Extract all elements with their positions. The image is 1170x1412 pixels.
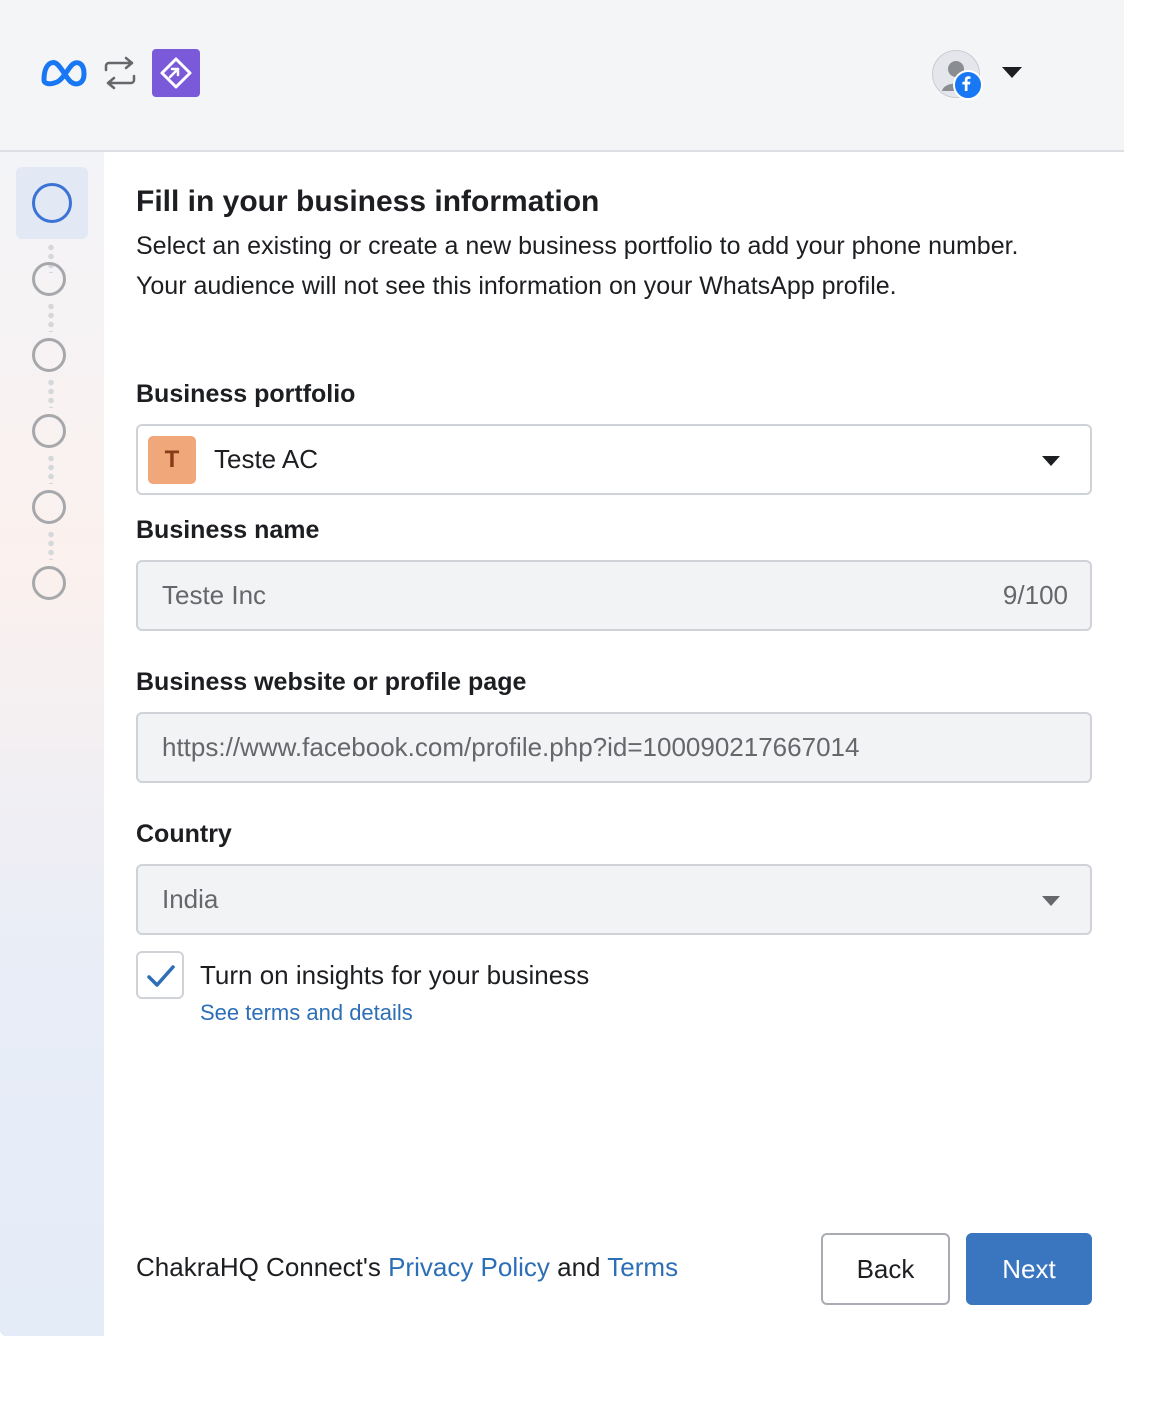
website-value: https://www.facebook.com/profile.php?id=… bbox=[162, 732, 860, 762]
business-name-field[interactable]: Teste Inc 9/100 bbox=[136, 560, 1092, 631]
step-connector bbox=[48, 530, 54, 560]
privacy-policy-link[interactable]: Privacy Policy bbox=[388, 1252, 550, 1282]
step-6-icon bbox=[32, 566, 66, 600]
page-subtitle: Select an existing or create a new busin… bbox=[136, 232, 1019, 300]
step-1-icon bbox=[32, 183, 72, 223]
next-button[interactable]: Next bbox=[966, 1233, 1092, 1305]
portfolio-avatar: T bbox=[148, 436, 196, 484]
footer-legal: ChakraHQ Connect's Privacy Policy and Te… bbox=[136, 1252, 678, 1283]
business-name-value: Teste Inc bbox=[162, 580, 267, 610]
insights-checkbox[interactable] bbox=[136, 951, 184, 999]
step-3-icon bbox=[32, 338, 66, 372]
insights-label: Turn on insights for your business bbox=[200, 960, 590, 990]
page-title: Fill in your business information bbox=[136, 185, 600, 218]
chevron-down-icon bbox=[1042, 896, 1060, 906]
website-label: Business website or profile page bbox=[136, 668, 527, 696]
back-button[interactable]: Back bbox=[821, 1233, 950, 1305]
meta-infinity-icon bbox=[41, 60, 87, 87]
terms-link[interactable]: Terms bbox=[607, 1252, 678, 1282]
facebook-badge-icon bbox=[953, 70, 983, 100]
portfolio-label: Business portfolio bbox=[136, 380, 356, 408]
step-2-icon bbox=[32, 262, 66, 296]
website-field[interactable]: https://www.facebook.com/profile.php?id=… bbox=[136, 712, 1092, 783]
footer-and: and bbox=[557, 1252, 601, 1282]
country-label: Country bbox=[136, 820, 232, 848]
terms-details-link[interactable]: See terms and details bbox=[200, 1000, 413, 1026]
business-name-label: Business name bbox=[136, 516, 320, 544]
country-select[interactable]: India bbox=[136, 864, 1092, 935]
progress-stepper bbox=[0, 152, 104, 1336]
business-portfolio-select[interactable]: T Teste AC bbox=[136, 424, 1092, 495]
profile-avatar-icon[interactable] bbox=[932, 50, 983, 100]
country-value: India bbox=[162, 884, 219, 914]
top-bar bbox=[0, 0, 1124, 152]
chakra-app-icon bbox=[152, 49, 200, 97]
footer-prefix: ChakraHQ Connect's bbox=[136, 1252, 381, 1282]
chevron-down-icon bbox=[1042, 456, 1060, 466]
checkmark-icon bbox=[147, 965, 175, 987]
step-connector bbox=[48, 378, 54, 408]
step-connector bbox=[48, 454, 54, 484]
step-4-icon bbox=[32, 414, 66, 448]
portfolio-value: Teste AC bbox=[214, 444, 319, 474]
step-5-icon bbox=[32, 490, 66, 524]
caret-down-icon[interactable] bbox=[1002, 67, 1022, 78]
swap-arrows-icon bbox=[104, 56, 136, 90]
character-counter: 9/100 bbox=[1002, 580, 1068, 610]
step-connector bbox=[48, 302, 54, 332]
